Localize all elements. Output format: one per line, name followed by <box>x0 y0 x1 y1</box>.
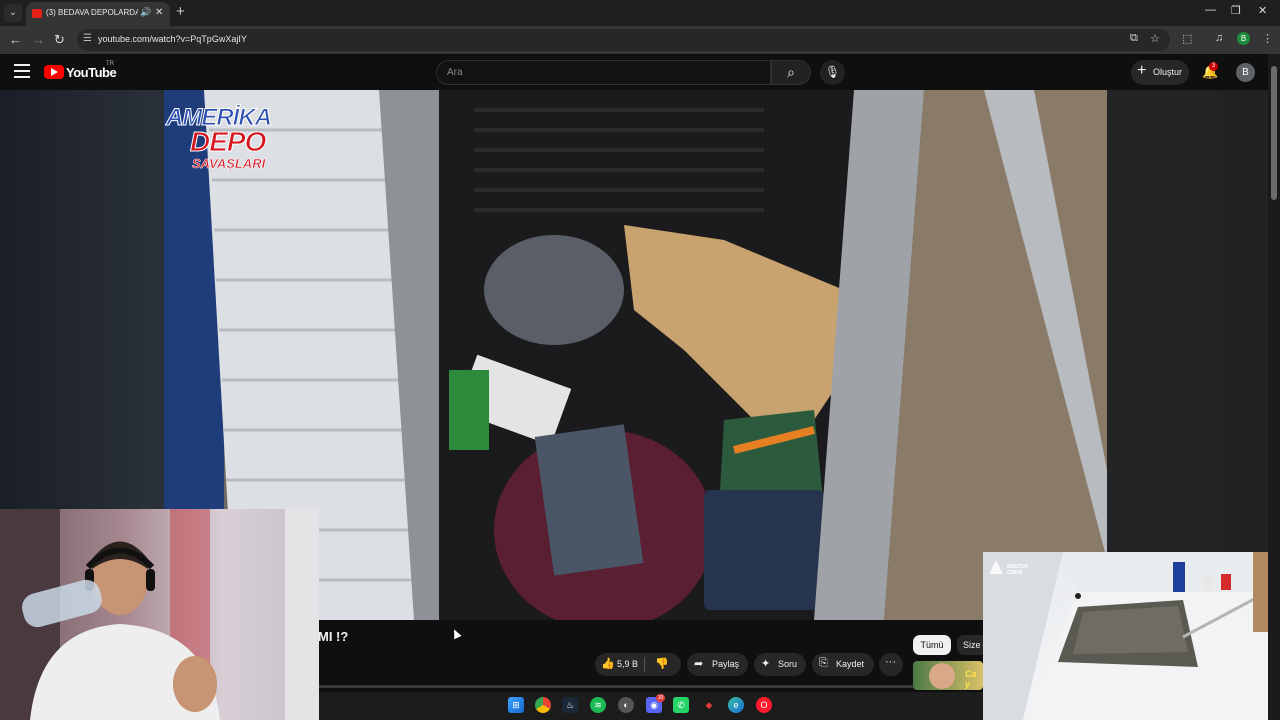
search-icon: ⌕ <box>787 64 795 80</box>
like-button[interactable]: 👍 <box>601 657 615 670</box>
tab-audio-icon[interactable]: 🔊 <box>140 7 151 18</box>
guide-menu-icon[interactable] <box>14 64 30 78</box>
site-info-icon[interactable]: ☰ <box>83 33 92 44</box>
window-close-button[interactable]: ✕ <box>1258 4 1267 17</box>
chrome-icon[interactable] <box>535 697 551 713</box>
pip-channel-logo: BANTER CREW <box>987 558 1043 580</box>
tab-close-icon[interactable]: ✕ <box>155 7 163 18</box>
more-actions-button[interactable]: ··· <box>879 653 903 676</box>
reload-button[interactable]: ↻ <box>54 32 65 48</box>
restore-button[interactable]: ❐ <box>1231 4 1241 17</box>
thumbnail-text: Ca y <box>965 669 977 689</box>
pip-brand-text: BANTER CREW <box>1007 564 1028 576</box>
account-avatar[interactable]: B <box>1236 63 1255 82</box>
voice-search-button[interactable]: 🎙 <box>820 60 845 85</box>
bookmark-icon: ⎘ <box>819 657 828 669</box>
overlay-logo-line-2: DEPO <box>189 126 266 158</box>
share-button[interactable]: ➦ Paylaş <box>687 653 748 676</box>
minimize-button[interactable]: — <box>1205 4 1216 16</box>
webcam-overlay <box>0 509 319 720</box>
create-label: Oluştur <box>1153 67 1183 77</box>
page-scrollbar[interactable] <box>1268 54 1280 720</box>
recommended-video-thumbnail[interactable]: Ca y <box>913 661 983 690</box>
media-control-icon[interactable]: ♫ <box>1215 32 1223 44</box>
spotify-icon[interactable]: ≋ <box>590 697 606 713</box>
steam-icon[interactable]: ♨ <box>562 697 578 713</box>
video-progress-bar[interactable] <box>318 685 913 688</box>
tab-search-dropdown[interactable]: ⌄ <box>4 4 22 22</box>
plus-icon: + <box>1137 62 1147 79</box>
thumbs-down-icon: 👎 <box>655 658 669 670</box>
windows-taskbar: ⊞ ♨ ≋ ◐ ◉ 10 ✆ ◆ e O <box>319 692 983 720</box>
share-arrow-icon: ➦ <box>694 658 704 670</box>
sparkle-icon: ✦ <box>761 658 771 670</box>
thumbnail-face <box>929 663 955 689</box>
search-placeholder: Ara <box>447 67 463 78</box>
youtube-play-icon <box>44 65 64 79</box>
youtube-favicon-icon <box>32 9 42 18</box>
scrollbar-thumb[interactable] <box>1271 66 1277 200</box>
pip-logo-mark <box>989 560 1003 574</box>
overlay-logo-line-3: SAVAŞLARI <box>192 156 266 172</box>
bookmark-star-icon[interactable]: ☆ <box>1150 32 1160 45</box>
microphone-icon: 🎙 <box>824 65 841 79</box>
browser-profile-avatar[interactable]: B <box>1237 32 1250 45</box>
like-dislike-group: 👍 5,9 B 👎 <box>595 653 681 676</box>
github-desktop-icon[interactable]: ◐ <box>618 697 634 713</box>
ask-button[interactable]: ✦ Soru <box>754 653 806 676</box>
search-input[interactable]: Ara <box>436 60 771 85</box>
browser-menu-icon[interactable]: ⋮ <box>1262 32 1273 45</box>
youtube-masthead: YouTube TR Ara ⌕ 🎙 + Oluştur 🔔 3 B <box>0 54 1280 90</box>
whatsapp-icon[interactable]: ✆ <box>673 697 689 713</box>
save-button[interactable]: ⎘ Kaydet <box>812 653 874 676</box>
new-tab-button[interactable]: + <box>176 3 185 20</box>
ask-label: Soru <box>778 659 798 669</box>
opera-icon[interactable]: O <box>756 697 772 713</box>
video-title: MI !? <box>318 629 349 644</box>
address-bar[interactable]: ☰ youtube.com/watch?v=PqTpGwXajIY <box>77 29 1170 51</box>
search-button[interactable]: ⌕ <box>771 60 811 85</box>
windows-start-icon[interactable]: ⊞ <box>508 697 524 713</box>
forward-button[interactable]: → <box>32 32 45 47</box>
browser-toolbar: ← → ↻ ☰ youtube.com/watch?v=PqTpGwXajIY … <box>0 26 1280 54</box>
browser-tab-bar: ⌄ (3) BEDAVA DEPOLARDA Y... 🔊 ✕ + — ❐ ✕ <box>0 0 1280 26</box>
like-count: 5,9 B <box>617 659 639 669</box>
edge-icon[interactable]: e <box>728 697 744 713</box>
like-divider <box>644 657 645 672</box>
thumbs-up-icon: 👍 <box>601 658 615 670</box>
url-text: youtube.com/watch?v=PqTpGwXajIY <box>98 34 247 44</box>
notification-count-badge: 3 <box>1209 62 1218 71</box>
country-code: TR <box>106 61 114 67</box>
discord-badge: 10 <box>656 694 665 702</box>
create-button[interactable]: + Oluştur <box>1131 60 1189 85</box>
browser-tab-active[interactable]: (3) BEDAVA DEPOLARDA Y... 🔊 ✕ <box>26 2 170 26</box>
extensions-icon[interactable]: ⬚ <box>1182 32 1192 45</box>
roblox-icon[interactable]: ◆ <box>701 697 717 713</box>
dislike-button[interactable]: 👎 <box>655 657 669 670</box>
cast-icon[interactable]: ⧉ <box>1130 32 1138 45</box>
tab-title: (3) BEDAVA DEPOLARDA Y... <box>46 8 138 17</box>
share-label: Paylaş <box>712 659 740 669</box>
save-label: Kaydet <box>836 659 865 669</box>
picture-in-picture-overlay[interactable]: BANTER CREW <box>983 552 1268 720</box>
webcam-person <box>0 509 319 720</box>
channel-overlay-logo: AMERİKA DEPO SAVAŞLARI <box>166 104 273 172</box>
more-horizontal-icon: ··· <box>885 656 896 668</box>
youtube-wordmark: YouTube <box>66 65 117 80</box>
back-button[interactable]: ← <box>9 32 22 47</box>
chip-all[interactable]: Tümü <box>913 635 951 655</box>
